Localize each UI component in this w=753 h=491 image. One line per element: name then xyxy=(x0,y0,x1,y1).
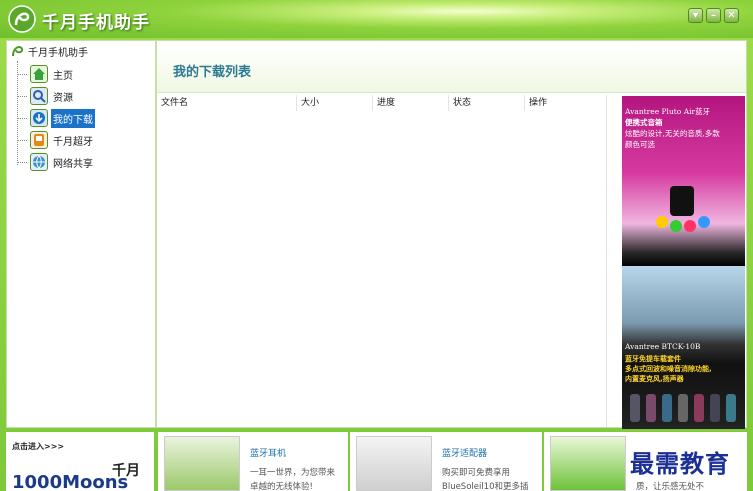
brand-logo-link[interactable]: 点击进入>>> 千月 1000Moons xyxy=(6,432,154,491)
minimize-button[interactable]: – xyxy=(706,8,721,23)
main-header: 我的下载列表 xyxy=(157,41,746,93)
adapter-thumbnail xyxy=(356,436,432,491)
brand-en: 1000Moons xyxy=(12,472,129,491)
promo-desc: 质，让乐感无处不 xyxy=(636,482,705,491)
download-table-body xyxy=(157,111,607,427)
window-controls: ▾ – ✕ xyxy=(688,8,739,23)
promo-desc: BlueSoleil10和更多插 xyxy=(442,482,529,491)
promo-title[interactable]: 蓝牙耳机 xyxy=(250,446,286,459)
home-icon xyxy=(30,65,48,83)
ad-text: Avantree BTCK-10B xyxy=(625,342,701,351)
column-header-status[interactable]: 状态 xyxy=(449,95,525,111)
bluetooth-icon xyxy=(30,131,48,149)
ad-speaker-banner[interactable]: Avantree Pluto Air蓝牙 便携式音箱 炫酷的设计,无关的音质,多… xyxy=(622,96,745,266)
column-header-progress[interactable]: 进度 xyxy=(373,95,449,111)
ad-text: Avantree Pluto Air蓝牙 xyxy=(625,107,711,116)
title-bar: 千月手机助手 ▾ – ✕ xyxy=(0,0,753,38)
tree-item-resources[interactable]: 资源 xyxy=(17,85,75,107)
tree-root[interactable]: 千月手机助手 xyxy=(9,43,88,59)
network-share-icon xyxy=(30,153,48,171)
nav-tree: 千月手机助手 主页 资源 我的下载 千月超牙 网络共享 xyxy=(6,40,156,428)
main-panel: 我的下载列表 文件名 大小 进度 状态 操作 Avantree Pluto Ai… xyxy=(156,40,747,429)
speaker-product-image xyxy=(656,186,710,232)
promo-item[interactable]: 蓝牙适配器 购买即可免费享用 BlueSoleil10和更多插 xyxy=(350,432,542,491)
ad-car-kit-banner[interactable]: Avantree BTCK-10B 蓝牙免提车载套件 多点式回波和噪音消除功能,… xyxy=(622,266,745,429)
ad-text: 多点式回波和噪音消除功能, xyxy=(625,365,712,373)
advertisement-panel[interactable]: Avantree Pluto Air蓝牙 便携式音箱 炫酷的设计,无关的音质,多… xyxy=(622,96,745,429)
promo-title[interactable]: 蓝牙适配器 xyxy=(442,446,487,459)
promo-desc: 一耳一世界，为您带来 xyxy=(250,468,336,478)
menu-dropdown-button[interactable]: ▾ xyxy=(688,8,703,23)
download-icon xyxy=(30,109,48,127)
watermark: 最需教育 xyxy=(630,449,730,478)
close-button[interactable]: ✕ xyxy=(724,8,739,23)
tree-item-home[interactable]: 主页 xyxy=(17,63,75,85)
column-header-size[interactable]: 大小 xyxy=(297,95,373,111)
tree-item-label: 我的下载 xyxy=(51,108,95,128)
column-header-action[interactable]: 操作 xyxy=(525,95,607,111)
tree-item-label: 网络共享 xyxy=(53,158,93,170)
headphone-thumbnail xyxy=(164,436,240,491)
enter-link[interactable]: 点击进入>>> xyxy=(12,441,64,452)
promo-desc: 购买即可免费享用 xyxy=(442,468,511,478)
resource-search-icon xyxy=(30,87,48,105)
ad-text: 便携式音箱 xyxy=(625,118,663,127)
ad-text: 内置麦克风,扬声器 xyxy=(625,375,684,383)
tree-item-bluetooth[interactable]: 千月超牙 xyxy=(17,129,95,151)
car-kit-product-image xyxy=(630,394,736,422)
speaker-thumbnail xyxy=(550,436,626,491)
tree-root-label: 千月手机助手 xyxy=(28,47,88,59)
ad-text: 炫酷的设计,无关的音质,多款 xyxy=(625,129,720,138)
tree-item-label: 主页 xyxy=(53,70,73,82)
tree-item-label: 资源 xyxy=(53,92,73,104)
promo-desc: 卓越的无线体验! xyxy=(250,482,313,491)
tree-item-my-downloads[interactable]: 我的下载 xyxy=(17,107,95,129)
promo-item[interactable]: 蓝牙耳机 一耳一世界，为您带来 卓越的无线体验! xyxy=(158,432,348,491)
ad-text: 蓝牙免提车载套件 xyxy=(625,355,681,363)
app-logo-icon xyxy=(8,5,36,33)
download-table-header: 文件名 大小 进度 状态 操作 xyxy=(157,95,607,111)
tree-item-label: 千月超牙 xyxy=(53,136,93,148)
app-title: 千月手机助手 xyxy=(42,13,150,33)
page-title: 我的下载列表 xyxy=(173,65,252,80)
column-header-filename[interactable]: 文件名 xyxy=(157,95,297,111)
ad-text: 颜色可选 xyxy=(625,140,655,149)
app-logo-small-icon xyxy=(12,46,24,57)
tree-item-network-share[interactable]: 网络共享 xyxy=(17,151,95,173)
